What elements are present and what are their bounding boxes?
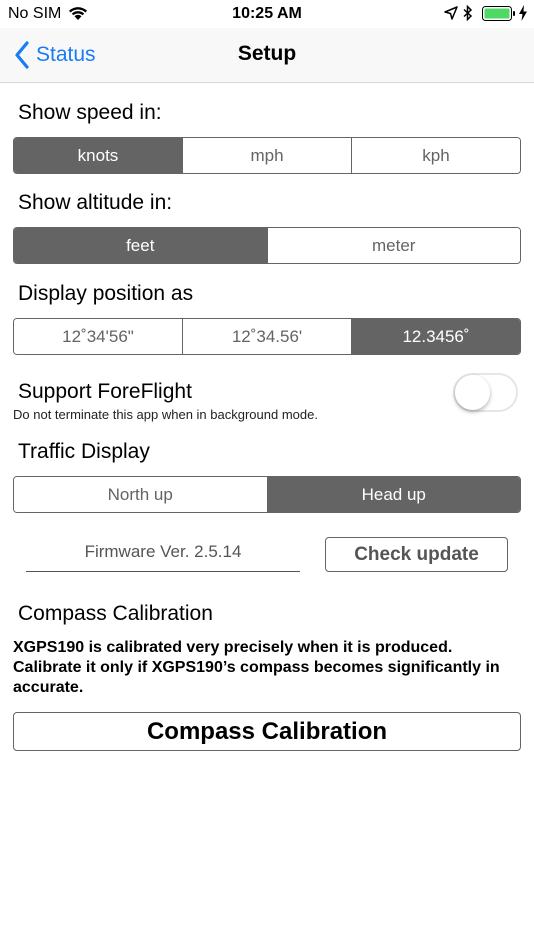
battery-icon (482, 6, 515, 21)
speed-label: Show speed in: (18, 101, 162, 124)
traffic-segmented-control: North up Head up (13, 476, 521, 513)
compass-label: Compass Calibration (18, 602, 213, 625)
altitude-segmented-control: feet meter (13, 227, 521, 264)
position-segmented-control: 12˚34'56" 12˚34.56' 12.3456˚ (13, 318, 521, 355)
check-update-button[interactable]: Check update (325, 537, 508, 572)
speed-option-knots[interactable]: knots (14, 138, 182, 173)
speed-segmented-control: knots mph kph (13, 137, 521, 174)
status-bar: No SIM 10:25 AM (0, 0, 534, 28)
speed-option-mph[interactable]: mph (182, 138, 351, 173)
traffic-option-head-up[interactable]: Head up (266, 477, 520, 512)
foreflight-label: Support ForeFlight (18, 380, 192, 403)
charging-bolt-icon (519, 5, 527, 21)
bluetooth-icon (463, 5, 473, 21)
position-option-dms[interactable]: 12˚34'56" (14, 319, 182, 354)
altitude-label: Show altitude in: (18, 191, 173, 214)
location-arrow-icon (444, 6, 458, 20)
toggle-knob (455, 375, 490, 410)
compass-description: XGPS190 is calibrated very precisely whe… (13, 639, 500, 696)
foreflight-toggle[interactable] (453, 373, 518, 412)
foreflight-sublabel: Do not terminate this app when in backgr… (13, 407, 318, 422)
speed-option-kph[interactable]: kph (351, 138, 520, 173)
traffic-label: Traffic Display (18, 440, 150, 463)
page-title: Setup (237, 42, 297, 65)
compass-calibration-button[interactable]: Compass Calibration (13, 712, 521, 751)
altitude-option-feet[interactable]: feet (14, 228, 267, 263)
altitude-option-meter[interactable]: meter (266, 228, 520, 263)
position-option-dm[interactable]: 12˚34.56' (182, 319, 351, 354)
position-label: Display position as (18, 282, 194, 305)
firmware-version: Firmware Ver. 2.5.14 (26, 540, 300, 572)
traffic-option-north-up[interactable]: North up (14, 477, 267, 512)
position-option-decimal[interactable]: 12.3456˚ (351, 319, 520, 354)
navigation-bar: Status Setup (0, 28, 534, 83)
